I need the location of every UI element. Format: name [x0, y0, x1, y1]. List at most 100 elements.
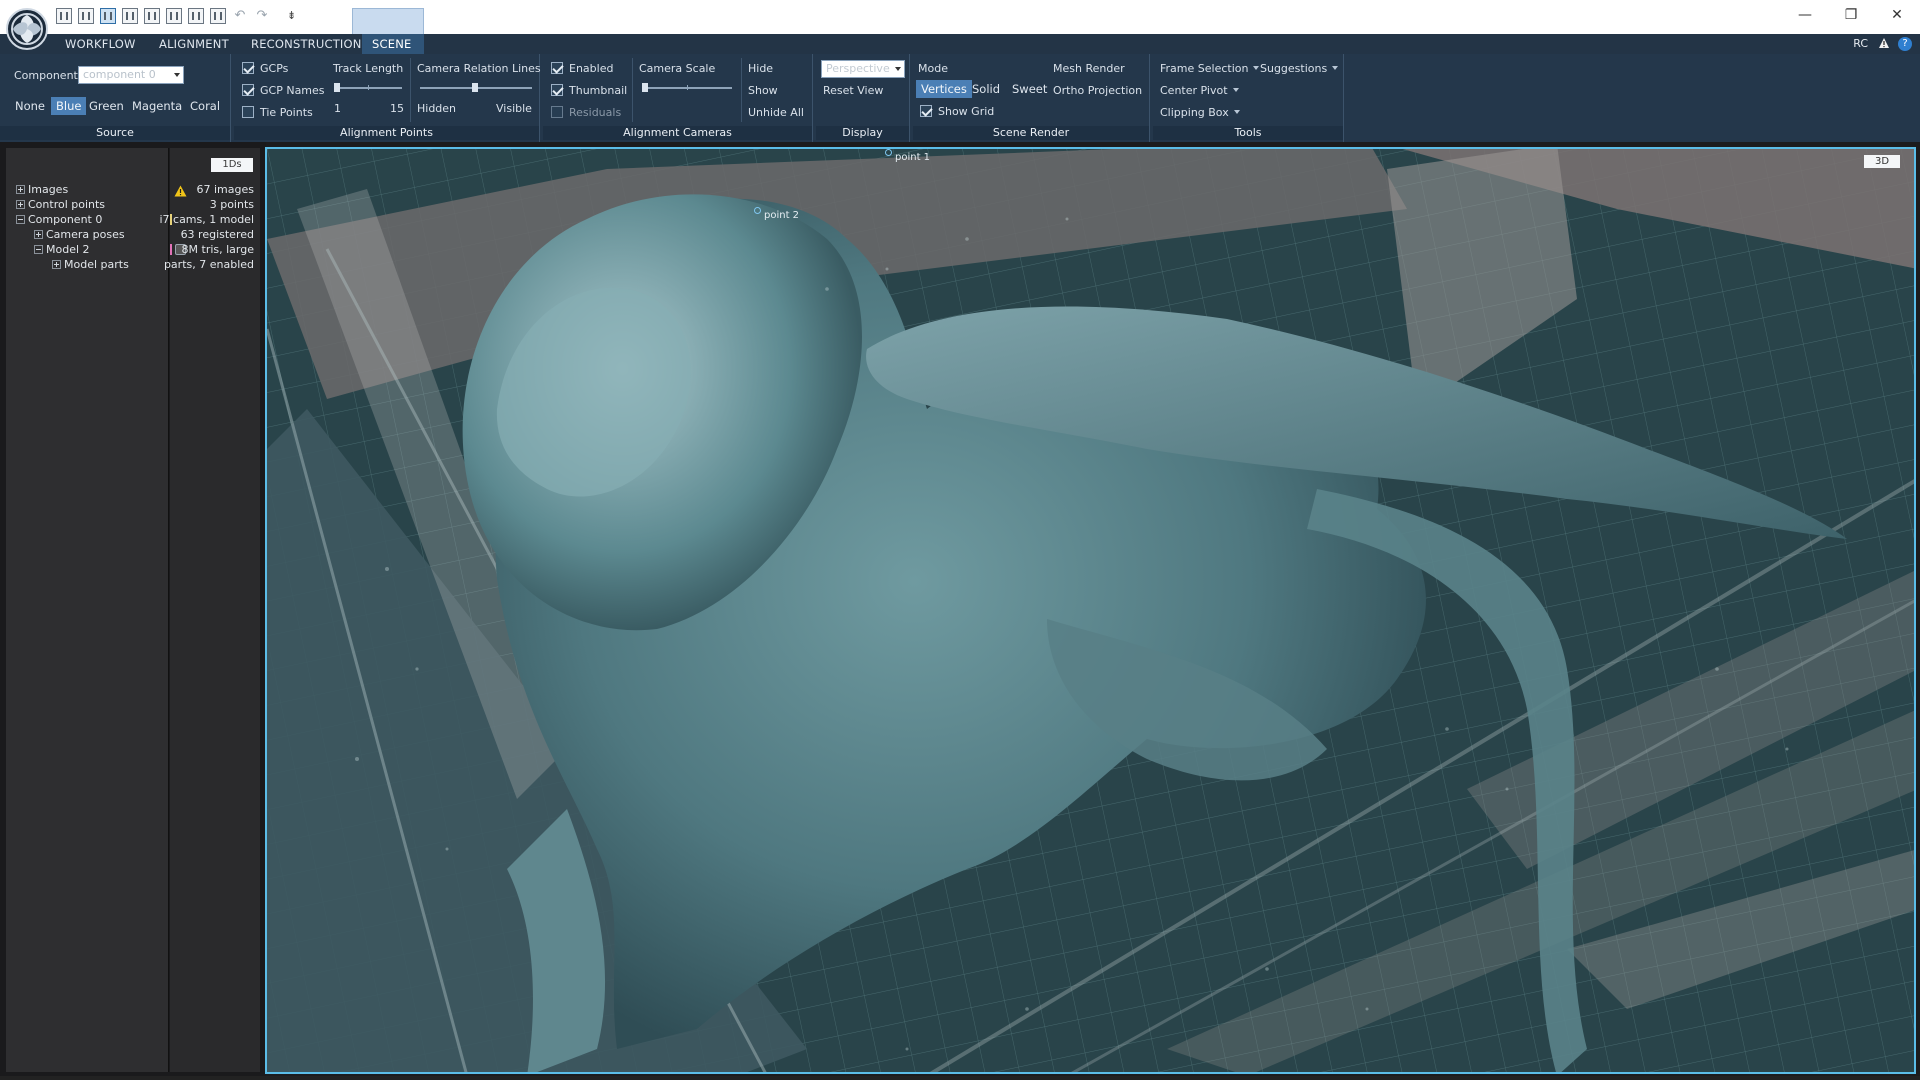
- help-icon[interactable]: ?: [1898, 37, 1912, 51]
- tie-points-checkbox[interactable]: [242, 106, 254, 118]
- camera-relation-thumb[interactable]: [472, 83, 478, 92]
- layout-1-icon[interactable]: [56, 8, 72, 24]
- mesh-render-label: Mesh Render: [1053, 62, 1125, 75]
- camera-scale-slider[interactable]: [642, 83, 732, 92]
- scene-tab-highlight: [352, 8, 424, 34]
- track-length-slider[interactable]: [334, 83, 402, 92]
- camera-scale-thumb[interactable]: [642, 83, 648, 92]
- tree-item-label: Component 0: [28, 213, 103, 226]
- separator: [632, 58, 633, 122]
- camera-relation-slider[interactable]: [420, 83, 532, 92]
- point-2-marker[interactable]: [754, 207, 761, 214]
- unhide-all-button[interactable]: Unhide All: [748, 106, 804, 119]
- suggestions-button[interactable]: Suggestions: [1260, 62, 1339, 75]
- left-panel-area: Images Control points Component 0 Camera…: [0, 142, 266, 1080]
- layout-7-icon[interactable]: [188, 8, 204, 24]
- projection-value: Perspective: [826, 62, 890, 75]
- info-camera-poses: 63 registered: [180, 228, 254, 241]
- quick-access-toolbar: ↶ ↷: [56, 8, 270, 24]
- expand-icon[interactable]: [52, 260, 61, 269]
- layout-6-icon[interactable]: [166, 8, 182, 24]
- reset-view-button[interactable]: Reset View: [823, 84, 883, 97]
- info-toggle-button[interactable]: 1Ds: [211, 158, 253, 172]
- projection-dropdown[interactable]: Perspective: [821, 60, 905, 78]
- tree-item-model-parts[interactable]: Model parts: [52, 258, 129, 272]
- chevron-down-icon: [1232, 88, 1239, 92]
- center-pivot-button[interactable]: Center Pivot: [1160, 84, 1239, 97]
- enabled-checkbox[interactable]: [551, 62, 563, 74]
- color-green-button[interactable]: Green: [84, 97, 129, 115]
- restore-button[interactable]: ❐: [1828, 0, 1874, 30]
- point-cloud-scene[interactable]: [267, 149, 1916, 1074]
- color-none-button[interactable]: None: [10, 97, 50, 115]
- mode-vertices-button[interactable]: Vertices: [916, 80, 972, 98]
- gcps-checkbox[interactable]: [242, 62, 254, 74]
- layout-4-icon[interactable]: [122, 8, 138, 24]
- color-blue-button[interactable]: Blue: [51, 97, 87, 115]
- layout-5-icon[interactable]: [144, 8, 160, 24]
- track-length-tick: [368, 85, 369, 90]
- enabled-label: Enabled: [569, 62, 614, 75]
- collapse-icon[interactable]: [34, 245, 43, 254]
- ortho-projection-button[interactable]: Ortho Projection: [1053, 84, 1142, 97]
- clipping-box-button[interactable]: Clipping Box: [1160, 106, 1240, 119]
- suggestions-label: Suggestions: [1260, 62, 1328, 75]
- layout-8-icon[interactable]: [210, 8, 226, 24]
- ribbon: Component component 0 None Blue Green Ma…: [0, 54, 1920, 142]
- residuals-label: Residuals: [569, 106, 622, 119]
- track-length-thumb[interactable]: [334, 83, 340, 92]
- layout-2-icon[interactable]: [78, 8, 94, 24]
- 3d-viewport[interactable]: point 1 point 2 3D: [265, 147, 1916, 1074]
- view-mode-badge[interactable]: 3D: [1864, 155, 1900, 168]
- frame-selection-label: Frame Selection: [1160, 62, 1249, 75]
- rc-label: RC: [1853, 37, 1868, 50]
- point-2-label: point 2: [764, 210, 800, 221]
- tab-workflow[interactable]: WORKFLOW: [55, 34, 146, 54]
- customize-toolbar-icon[interactable]: ⇟: [287, 9, 296, 22]
- display-title: Display: [816, 126, 909, 140]
- camera-scale-tick: [687, 85, 688, 90]
- expand-icon[interactable]: [16, 185, 25, 194]
- point-1-label: point 1: [895, 152, 931, 163]
- gcp-names-checkbox[interactable]: [242, 84, 254, 96]
- show-button[interactable]: Show: [748, 84, 778, 97]
- component-dropdown[interactable]: component 0: [78, 66, 184, 84]
- redo-icon[interactable]: ↷: [254, 8, 270, 24]
- tab-alignment[interactable]: ALIGNMENT: [149, 34, 239, 54]
- point-1-marker[interactable]: [885, 149, 892, 156]
- mode-solid-button[interactable]: Solid: [967, 80, 1005, 98]
- tab-reconstruction[interactable]: RECONSTRUCTION: [241, 34, 372, 54]
- tree-info-column: 1Ds 67 images 3 points i7 cams, 1 model …: [159, 148, 260, 1072]
- hide-button[interactable]: Hide: [748, 62, 773, 75]
- camera-scale-label: Camera Scale: [639, 62, 716, 75]
- app-logo-icon[interactable]: [6, 8, 48, 50]
- frame-selection-button[interactable]: Frame Selection: [1160, 62, 1260, 75]
- residuals-checkbox[interactable]: [551, 106, 563, 118]
- visible-label: Visible: [496, 102, 532, 115]
- undo-icon[interactable]: ↶: [232, 8, 248, 24]
- minimize-button[interactable]: —: [1782, 0, 1828, 30]
- warning-icon[interactable]: [1878, 37, 1890, 49]
- tree-item-component-0[interactable]: Component 0: [16, 213, 102, 227]
- menu-bar: WORKFLOW ALIGNMENT RECONSTRUCTION SCENE …: [0, 34, 1920, 54]
- clipping-box-label: Clipping Box: [1160, 106, 1229, 119]
- collapse-icon[interactable]: [16, 215, 25, 224]
- camera-relation-lines-label: Camera Relation Lines: [417, 62, 541, 75]
- color-magenta-button[interactable]: Magenta: [127, 97, 187, 115]
- tree-item-images[interactable]: Images: [16, 183, 68, 197]
- tree-item-label: Images: [28, 183, 69, 196]
- tab-scene[interactable]: SCENE: [362, 34, 424, 54]
- tree-item-control-points[interactable]: Control points: [16, 198, 105, 212]
- expand-icon[interactable]: [16, 200, 25, 209]
- expand-icon[interactable]: [34, 230, 43, 239]
- close-button[interactable]: ✕: [1874, 0, 1920, 30]
- tree-item-model-2[interactable]: Model 2: [34, 243, 90, 257]
- color-coral-button[interactable]: Coral: [185, 97, 225, 115]
- show-grid-checkbox[interactable]: [920, 105, 932, 117]
- warning-icon[interactable]: [174, 185, 187, 197]
- thumbnail-checkbox[interactable]: [551, 84, 563, 96]
- layout-3-icon[interactable]: [100, 8, 116, 24]
- tree-item-camera-poses[interactable]: Camera poses: [34, 228, 125, 242]
- info-model-parts: parts, 7 enabled: [163, 258, 254, 271]
- mode-sweet-button[interactable]: Sweet: [1007, 80, 1052, 98]
